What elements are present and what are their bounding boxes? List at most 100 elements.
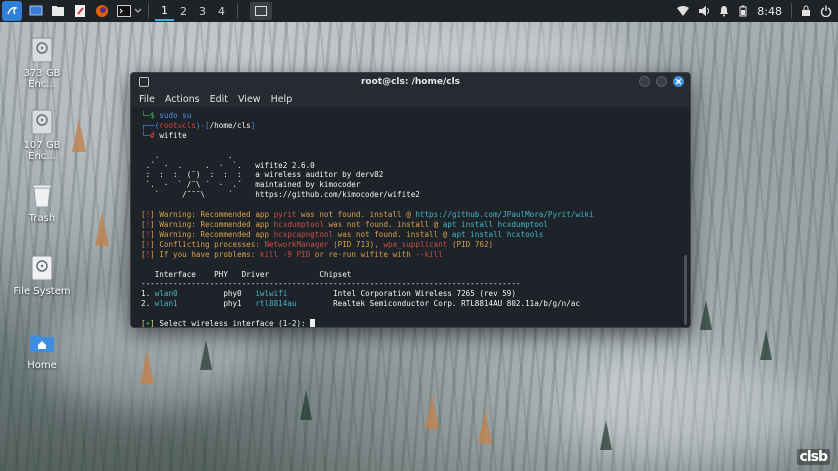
show-desktop-icon[interactable]	[28, 3, 44, 19]
close-button[interactable]	[673, 76, 684, 87]
window-controls	[639, 76, 684, 87]
wifite-banner-line: `. · ` /¯\ ´ · .´ maintained by kimocode…	[141, 180, 361, 190]
prompt-path: /home/cls	[209, 120, 251, 130]
select-prompt-marker: [+]	[141, 319, 155, 328]
text-editor-icon[interactable]	[72, 3, 88, 19]
command-wifite: wifite	[159, 130, 187, 140]
firefox-icon[interactable]	[94, 3, 110, 19]
desktop-icon-home[interactable]: Home	[12, 328, 72, 371]
wallpaper-tree	[425, 395, 439, 429]
wallpaper-fog	[560, 360, 820, 460]
wallpaper-tree	[760, 330, 772, 360]
menu-file[interactable]: File	[139, 94, 155, 105]
warning-line: [!] Warning: Recommended app hcxdumptool…	[141, 219, 548, 229]
conflict-line: [!] Conflicting processes: NetworkManage…	[141, 239, 494, 249]
menu-actions[interactable]: Actions	[165, 94, 200, 105]
wallpaper-tree	[300, 390, 312, 420]
warning-line: [!] Warning: Recommended app pyrit was n…	[141, 210, 594, 220]
desktop-icon-file-system[interactable]: File System	[12, 254, 72, 297]
wallpaper-tree	[700, 300, 712, 330]
watermark-logo: clsb	[796, 449, 830, 465]
wifite-banner-line: .´ · . . · `. wifite2 2.6.0	[141, 160, 315, 170]
problem-line: [!] If you have problems: kill -9 PID or…	[141, 249, 443, 259]
prompt-bracket: ]	[250, 120, 256, 130]
notification-bell-icon[interactable]	[719, 5, 729, 17]
taskbar-divider	[148, 3, 149, 19]
power-icon[interactable]	[820, 5, 832, 17]
battery-icon[interactable]	[738, 5, 748, 17]
terminal-titlebar[interactable]: root@cls: /home/cls	[131, 73, 690, 91]
prompt-user: root	[159, 120, 178, 130]
menu-view[interactable]: View	[238, 94, 261, 105]
prompt-arrow: └─	[141, 130, 151, 140]
desktop-icon-drive-373gb[interactable]: 373 GB Enc...	[12, 36, 72, 90]
wallpaper-tree	[200, 340, 212, 370]
kali-dragon-icon	[7, 6, 18, 15]
wifite-banner-line: . .	[141, 150, 233, 160]
wifite-banner-line: : : : (¯) : : : a wireless auditor by de…	[141, 170, 384, 180]
table-divider: ----------------------------------------…	[141, 279, 521, 289]
wifite-banner-line: ` /¯¯¯\ ´ https://github.com/kimocoder/w…	[141, 190, 420, 200]
wallpaper-tree	[140, 350, 154, 384]
table-header-chipset: Chipset	[319, 269, 352, 279]
taskbar: 1 2 3 4 8:48	[0, 0, 838, 22]
app-launcher-button[interactable]	[2, 1, 22, 21]
drive-icon	[28, 36, 56, 64]
taskbar-divider	[237, 3, 238, 19]
lock-screen-icon[interactable]	[801, 5, 811, 17]
prompt-arrow: └─$	[141, 111, 160, 120]
warning-line: [!] Warning: Recommended app hcxpcapngto…	[141, 229, 544, 239]
wallpaper-tree	[95, 212, 109, 246]
desktop-icon-drive-107gb[interactable]: 107 GB Enc...	[12, 108, 72, 162]
prompt-hash: #	[150, 130, 155, 140]
maximize-button[interactable]	[656, 76, 667, 87]
workspace-3[interactable]: 3	[193, 5, 212, 18]
terminal-window[interactable]: root@cls: /home/cls File Actions Edit Vi…	[130, 72, 691, 328]
desktop-icon-label: Trash	[28, 213, 56, 224]
workspace-2[interactable]: 2	[174, 5, 193, 18]
drive-icon	[28, 254, 56, 282]
chevron-down-icon[interactable]	[134, 3, 142, 19]
wallpaper-tree	[600, 420, 612, 450]
close-icon	[675, 78, 682, 85]
taskbar-divider	[791, 3, 792, 19]
prompt-bracket: )-[	[195, 120, 210, 130]
taskbar-terminal-window[interactable]	[250, 2, 272, 20]
text-cursor[interactable]	[310, 319, 316, 327]
terminal-output[interactable]: └─$ sudo su ┌──(root☠cls)-[/home/cls] └─…	[131, 107, 690, 328]
wallpaper-tree	[72, 118, 86, 152]
trash-icon	[28, 181, 56, 209]
clock[interactable]: 8:48	[757, 5, 782, 18]
workspace-1[interactable]: 1	[155, 1, 174, 21]
menu-help[interactable]: Help	[271, 94, 293, 105]
desktop-icon-trash[interactable]: Trash	[12, 181, 72, 224]
terminal-icon	[255, 6, 267, 16]
workspace-4[interactable]: 4	[212, 5, 231, 18]
table-row: 1. wlan0 phy0 iwlwifi Intel Corporation …	[141, 289, 516, 299]
prompt-bracket: ┌──(	[141, 120, 160, 130]
terminal-menubar: File Actions Edit View Help	[131, 91, 690, 107]
minimize-button[interactable]	[639, 76, 650, 87]
terminal-launcher-icon[interactable]	[116, 3, 132, 19]
prompt-host: cls	[182, 120, 196, 130]
file-manager-icon[interactable]	[50, 3, 66, 19]
table-header-driver: Driver	[241, 269, 270, 279]
table-row: 2. wlan1 phy1 rtl8814au Realtek Semicond…	[141, 299, 580, 309]
desktop-icon-label: File System	[13, 286, 71, 297]
drive-icon	[28, 108, 56, 136]
menu-edit[interactable]: Edit	[210, 94, 228, 105]
home-folder-icon	[28, 328, 56, 356]
wifi-icon[interactable]	[677, 6, 690, 16]
desktop-icon-label: 373 GB Enc...	[23, 68, 61, 90]
volume-icon[interactable]	[698, 5, 710, 17]
terminal-scrollbar[interactable]	[684, 255, 687, 325]
table-header-interface: Interface	[154, 269, 196, 279]
system-tray: 8:48	[677, 0, 832, 22]
select-interface-prompt: Select wireless interface (1-2):	[159, 319, 311, 328]
wallpaper-tree	[478, 410, 492, 444]
terminal-app-icon	[139, 77, 149, 87]
table-header-phy: PHY	[214, 269, 228, 279]
desktop-icon-label: Home	[27, 360, 57, 371]
terminal-title: root@cls: /home/cls	[360, 77, 461, 87]
command-sudo: sudo su	[159, 111, 192, 120]
